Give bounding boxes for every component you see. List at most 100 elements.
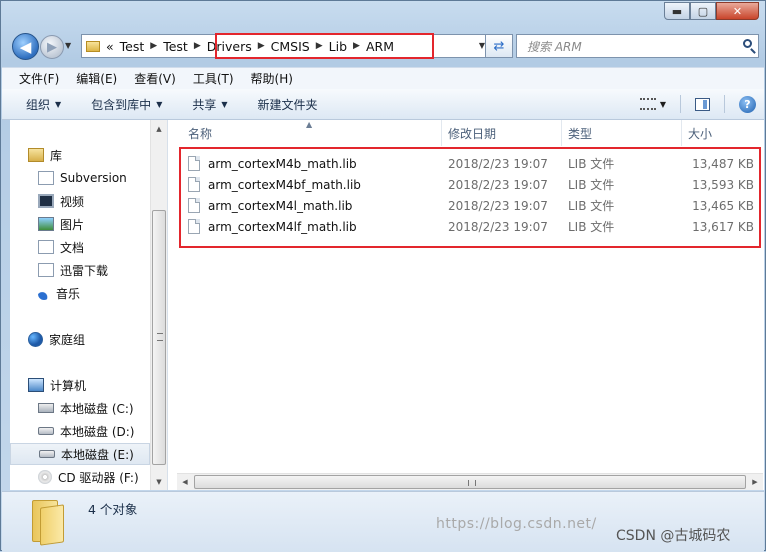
- toolbar-divider: [724, 95, 725, 113]
- column-header-modified[interactable]: 修改日期: [442, 120, 562, 146]
- command-bar: 组织 ▼ 包含到库中 ▼ 共享 ▼ 新建文件夹 ▼ ?: [2, 89, 764, 120]
- breadcrumb-separator-icon[interactable]: ▶: [150, 41, 157, 51]
- sidebar-item-label: 本地磁盘 (D:): [60, 424, 135, 439]
- new-folder-label: 新建文件夹: [257, 97, 318, 112]
- drive-icon: [38, 427, 54, 435]
- drive-icon: [39, 450, 55, 458]
- horizontal-scrollbar[interactable]: ◀ ▶: [177, 473, 763, 490]
- include-in-library-label: 包含到库中: [91, 97, 152, 112]
- sidebar-item-label: 文档: [60, 240, 85, 255]
- documents-icon: [38, 240, 54, 254]
- scroll-left-icon[interactable]: ◀: [177, 474, 193, 490]
- sidebar-item-label: 图片: [60, 217, 85, 232]
- share-label: 共享: [192, 97, 217, 112]
- video-icon: [38, 194, 54, 208]
- scroll-right-icon[interactable]: ▶: [747, 474, 763, 490]
- scroll-thumb[interactable]: [194, 475, 746, 489]
- folder-icon: [26, 500, 68, 546]
- preview-pane-icon[interactable]: [695, 97, 710, 111]
- column-header-label: 名称: [188, 126, 213, 141]
- search-box[interactable]: [516, 34, 759, 58]
- breadcrumb-overflow[interactable]: «: [106, 39, 114, 54]
- navigation-scrollbar[interactable]: ▲ ▼: [150, 120, 167, 490]
- music-icon: [38, 286, 50, 300]
- watermark-csdn: CSDN @古城码农: [616, 528, 731, 544]
- menu-view[interactable]: 查看(V): [117, 70, 176, 87]
- recent-pages-dropdown[interactable]: ▼: [65, 41, 71, 50]
- path-highlight-box: [215, 33, 434, 59]
- toolbar-right: ▼ ?: [639, 95, 756, 113]
- sidebar-item-homegroup[interactable]: 家庭组: [28, 328, 168, 350]
- help-icon[interactable]: ?: [739, 95, 756, 113]
- breadcrumb-separator-icon[interactable]: ▶: [194, 41, 201, 51]
- menu-file[interactable]: 文件(F): [2, 70, 59, 87]
- dropdown-arrow-icon: ▼: [55, 99, 62, 109]
- forward-arrow-icon: ▶: [47, 39, 57, 55]
- minimize-button[interactable]: ▬: [664, 2, 690, 20]
- column-header-label: 修改日期: [448, 126, 497, 141]
- subversion-icon: [38, 171, 54, 185]
- column-header-type[interactable]: 类型: [562, 120, 682, 146]
- files-highlight-box: [179, 147, 761, 248]
- cd-drive-icon: [38, 470, 52, 484]
- maximize-button[interactable]: ▢: [690, 2, 716, 20]
- sidebar-item-library[interactable]: 库: [28, 144, 168, 166]
- column-header-size[interactable]: 大小: [682, 120, 764, 146]
- toolbar-divider: [680, 95, 681, 113]
- sidebar-item-label: Subversion: [60, 171, 127, 185]
- scroll-down-icon[interactable]: ▼: [151, 473, 167, 490]
- pictures-icon: [38, 217, 54, 231]
- search-input[interactable]: [525, 38, 729, 56]
- watermark-url: https://blog.csdn.net/: [436, 516, 597, 532]
- sidebar-item-label: 本地磁盘 (E:): [61, 447, 134, 462]
- sidebar-item-label: 迅雷下载: [60, 263, 109, 278]
- library-icon: [28, 148, 44, 162]
- scroll-up-icon[interactable]: ▲: [151, 120, 167, 137]
- sidebar-item-label: 本地磁盘 (C:): [60, 401, 134, 416]
- forward-button[interactable]: ▶: [40, 35, 64, 59]
- caption-buttons: ▬ ▢ ✕: [664, 2, 759, 20]
- close-button[interactable]: ✕: [716, 2, 759, 20]
- menu-bar: 文件(F) 编辑(E) 查看(V) 工具(T) 帮助(H): [2, 67, 764, 89]
- refresh-button[interactable]: ⇄: [485, 34, 513, 58]
- include-in-library-button[interactable]: 包含到库中 ▼: [91, 96, 162, 113]
- sidebar-item-label: 计算机: [50, 378, 87, 393]
- folder-front-shape: [40, 504, 64, 546]
- sidebar-item-computer[interactable]: 计算机: [28, 374, 168, 396]
- refresh-icon: ⇄: [493, 38, 505, 54]
- new-folder-button[interactable]: 新建文件夹: [258, 96, 318, 113]
- navigation-pane: 库 Subversion 视频 图片 文档 迅雷下载 音乐 家庭组 计算机 本地…: [10, 120, 168, 490]
- item-count: 4 个对象: [88, 502, 138, 517]
- menu-tools[interactable]: 工具(T): [176, 70, 234, 87]
- details-pane: 4 个对象 https://blog.csdn.net/ CSDN @古城码农: [2, 491, 764, 552]
- grip-icon: [468, 480, 476, 486]
- back-button[interactable]: ◀: [12, 33, 39, 60]
- dropdown-arrow-icon: ▼: [156, 99, 163, 109]
- share-button[interactable]: 共享 ▼: [192, 96, 227, 113]
- search-icon[interactable]: [743, 39, 752, 48]
- column-header-label: 类型: [568, 126, 593, 141]
- sidebar-item-label: 家庭组: [49, 332, 86, 347]
- navigation-bar: ◀ ▶ ▼ « Test ▶ Test ▶ Drivers ▶ CMSIS ▶ …: [9, 33, 759, 61]
- column-header-label: 大小: [688, 126, 713, 141]
- breadcrumb-item[interactable]: Test: [163, 39, 188, 54]
- view-dropdown-icon[interactable]: ▼: [660, 100, 666, 109]
- drive-c-icon: [38, 403, 54, 413]
- menu-help[interactable]: 帮助(H): [234, 70, 293, 87]
- sidebar-item-drive-e[interactable]: 本地磁盘 (E:): [10, 443, 150, 465]
- sidebar-item-label: 视频: [60, 194, 85, 209]
- homegroup-icon: [28, 331, 43, 347]
- explorer-window: ▬ ▢ ✕ ◀ ▶ ▼ « Test ▶ Test ▶ Drivers ▶ CM…: [0, 0, 766, 552]
- menu-edit[interactable]: 编辑(E): [59, 70, 117, 87]
- sidebar-item-label: 库: [50, 148, 63, 163]
- breadcrumb-item[interactable]: Test: [120, 39, 145, 54]
- folder-icon: [86, 40, 100, 52]
- back-arrow-icon: ◀: [19, 37, 32, 56]
- grip-icon: [157, 333, 163, 341]
- sidebar-item-label: 音乐: [56, 286, 81, 301]
- scroll-thumb[interactable]: [152, 210, 166, 465]
- organize-button[interactable]: 组织 ▼: [26, 96, 61, 113]
- downloads-icon: [38, 263, 54, 277]
- change-view-icon[interactable]: [639, 98, 656, 110]
- computer-icon: [28, 378, 44, 392]
